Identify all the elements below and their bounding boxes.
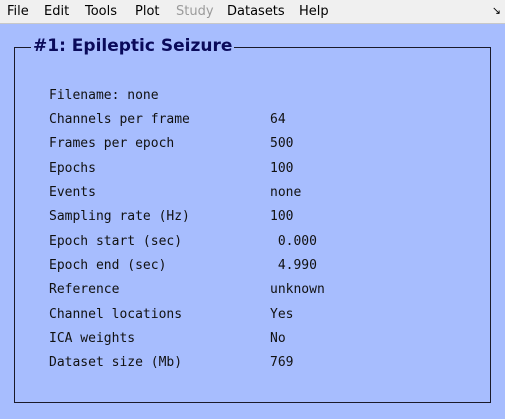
info-row-events: Events none [0,184,505,202]
info-value: 769 [270,355,294,370]
menu-edit[interactable]: Edit [44,4,69,19]
info-value: none [270,185,302,200]
info-row-reference: Reference unknown [0,281,505,299]
menu-datasets[interactable]: Datasets [227,4,285,19]
info-value: unknown [270,282,325,297]
info-label: Channel locations [49,307,183,322]
menu-help[interactable]: Help [299,4,329,19]
info-row-dataset-size: Dataset size (Mb) 769 [0,354,505,372]
info-row-epoch-end: Epoch end (sec) 4.990 [0,257,505,275]
menu-bar: File Edit Tools Plot Study Datasets Help… [0,0,505,24]
dataset-title: #1: Epileptic Seizure [31,36,235,56]
menu-tools[interactable]: Tools [85,4,117,19]
menu-plot[interactable]: Plot [135,4,160,19]
info-value: No [270,331,286,346]
info-row-channel-locations: Channel locations Yes [0,306,505,324]
info-label: Events [49,185,96,200]
info-label: Dataset size (Mb) [49,355,183,370]
info-value: 100 [270,209,294,224]
info-row-channels: Channels per frame 64 [0,111,505,129]
info-value: 500 [270,136,294,151]
info-label: Reference [49,282,120,297]
info-value: 0.000 [270,234,317,249]
info-label: ICA weights [49,331,136,346]
info-row-sampling-rate: Sampling rate (Hz) 100 [0,208,505,226]
info-label: Epochs [49,161,96,176]
corner-arrow-icon[interactable]: ↘ [492,4,501,17]
info-value: 64 [270,112,286,127]
info-row-frames: Frames per epoch 500 [0,135,505,153]
menu-study: Study [176,4,214,19]
filename-label: Filename: none [49,88,159,103]
info-label: Channels per frame [49,112,190,127]
filename-row: Filename: none [0,87,505,105]
info-label: Sampling rate (Hz) [49,209,190,224]
info-row-ica-weights: ICA weights No [0,330,505,348]
info-row-epochs: Epochs 100 [0,160,505,178]
info-label: Epoch start (sec) [49,234,183,249]
info-value: Yes [270,307,294,322]
info-value: 100 [270,161,294,176]
info-label: Epoch end (sec) [49,258,167,273]
menu-file[interactable]: File [7,4,29,19]
info-row-epoch-start: Epoch start (sec) 0.000 [0,233,505,251]
info-value: 4.990 [270,258,317,273]
info-label: Frames per epoch [49,136,175,151]
